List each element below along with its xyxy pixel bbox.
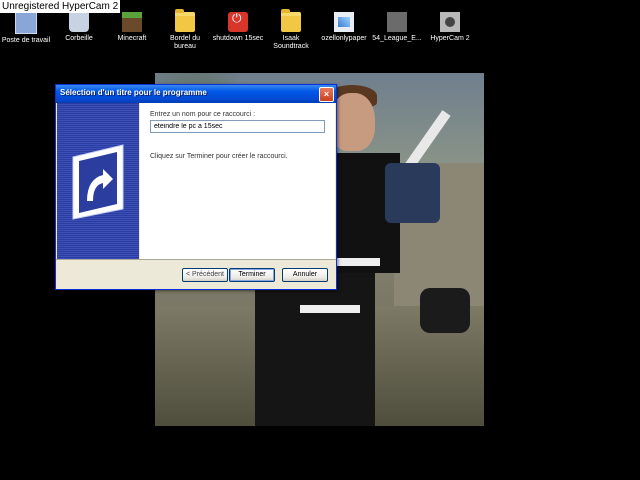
dialog-content: Entrez un nom pour ce raccourci : Clique…	[140, 103, 335, 259]
hypercam-watermark: Unregistered HyperCam 2	[0, 0, 121, 13]
shortcut-name-prompt: Entrez un nom pour ce raccourci :	[150, 111, 256, 118]
desktop-icon-bordel-du-bureau[interactable]: Bordel du bureau	[157, 9, 213, 51]
desktop-icon-label: Isaak	[282, 35, 300, 42]
desktop-icon-poste-de-travail[interactable]: Poste de travail	[0, 10, 54, 45]
desktop-icon-label: ozellonlypaper	[321, 35, 367, 42]
wizard-banner	[57, 103, 139, 259]
desktop-icon-label: bureau	[174, 43, 196, 50]
desktop-icon-label: Minecraft	[117, 35, 147, 42]
close-icon: ×	[323, 89, 330, 99]
dialog-titlebar[interactable]: Sélection d'un titre pour le programme ×	[56, 85, 336, 103]
button-separator	[56, 259, 336, 260]
hypercam-icon	[440, 12, 460, 32]
desktop-icon-hypercam[interactable]: HyperCam 2	[422, 10, 478, 43]
desktop-icon-label: HyperCam 2	[430, 35, 470, 42]
cancel-button[interactable]: Annuler	[282, 268, 328, 282]
finish-hint: Cliquez sur Terminer pour créer le racco…	[150, 153, 288, 160]
shortcut-name-input[interactable]	[150, 120, 325, 133]
folder-icon	[281, 9, 301, 32]
back-button-label: < Précédent	[186, 271, 224, 278]
desktop-icon-minecraft[interactable]: Minecraft	[104, 10, 160, 43]
desktop-icon-shutdown[interactable]: shutdown 15sec	[210, 10, 266, 43]
desktop-icon-label: 54_League_E...	[372, 35, 422, 42]
shutdown-icon	[228, 12, 248, 32]
desktop-icon-label: Bordel du	[170, 35, 200, 42]
desktop-icons: Poste de travail Corbeille Minecraft Bor…	[0, 9, 640, 60]
create-shortcut-dialog: Sélection d'un titre pour le programme ×…	[55, 84, 337, 290]
desktop-icon-league[interactable]: 54_League_E...	[369, 10, 425, 43]
desktop-icon-label: Soundtrack	[273, 43, 309, 50]
minecraft-icon	[122, 12, 142, 32]
folder-icon	[175, 9, 195, 32]
close-button[interactable]: ×	[319, 87, 334, 102]
desktop-icon-label: Corbeille	[65, 35, 93, 42]
computer-icon	[15, 12, 37, 34]
desktop-icon-isaak-soundtrack[interactable]: Isaak Soundtrack	[263, 9, 319, 51]
paper-icon	[334, 12, 354, 32]
shortcut-arrow-icon	[72, 144, 124, 220]
desktop-icon-ozellonlypaper[interactable]: ozellonlypaper	[316, 10, 372, 43]
recycle-bin-icon	[69, 12, 89, 32]
dialog-title: Sélection d'un titre pour le programme	[60, 88, 207, 97]
file-icon	[387, 12, 407, 32]
desktop-icon-label: shutdown 15sec	[212, 35, 264, 42]
desktop-icon-corbeille[interactable]: Corbeille	[51, 10, 107, 43]
desktop-icon-label: Poste de travail	[1, 37, 51, 44]
finish-button[interactable]: Terminer	[229, 268, 275, 282]
back-button[interactable]: < Précédent	[182, 268, 228, 282]
